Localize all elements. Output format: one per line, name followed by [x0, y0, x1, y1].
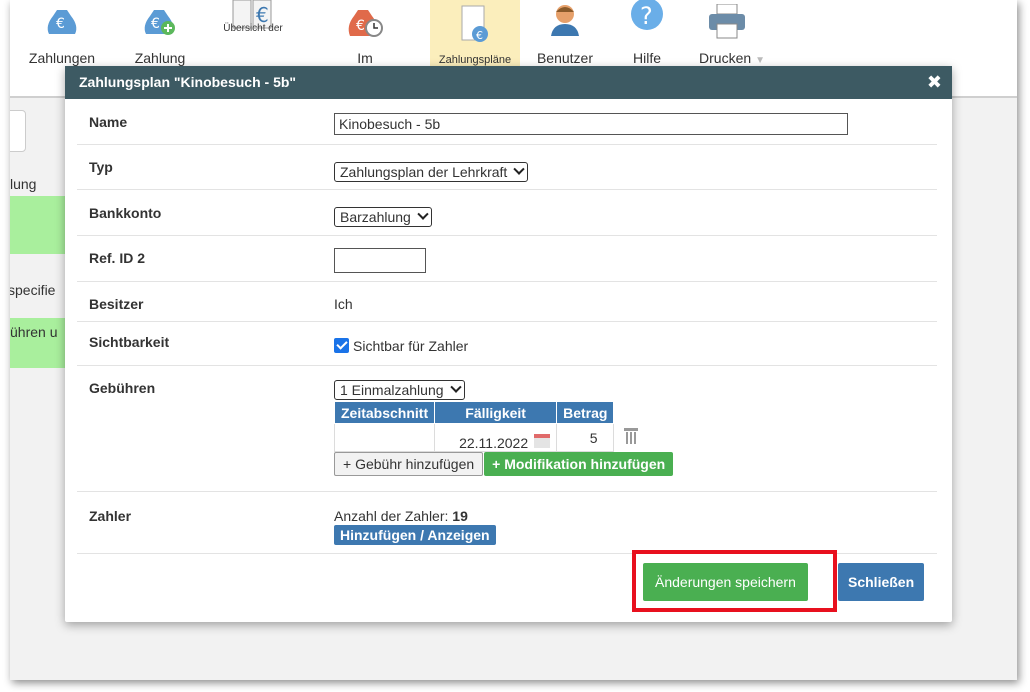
background-text: lung: [10, 176, 37, 192]
toolbar-zahlung[interactable]: € Zahlung: [120, 0, 200, 68]
dialog-title: Zahlungsplan "Kinobesuch - 5b": [79, 74, 297, 90]
background-input: [10, 110, 26, 152]
row-payers: Zahler Anzahl der Zahler: 19 Hinzufügen …: [77, 492, 937, 554]
fee-period[interactable]: [333, 423, 436, 452]
euro-clock-icon: €: [344, 4, 386, 41]
add-fee-button[interactable]: + Gebühr hinzufügen: [334, 452, 484, 476]
toolbar-zahlungen[interactable]: € Zahlungen: [22, 0, 102, 68]
user-icon: [547, 4, 583, 39]
row-name: Name: [77, 99, 937, 145]
fees-header-amount: Betrag: [556, 401, 615, 424]
toolbar-drucken[interactable]: Drucken ▼: [682, 0, 782, 68]
printer-icon: [707, 3, 747, 43]
fee-amount[interactable]: 5: [556, 423, 615, 452]
euro-coin-icon: €: [43, 4, 81, 39]
name-input[interactable]: [334, 113, 848, 135]
payment-plan-icon: €: [456, 4, 494, 47]
euro-add-icon: €: [140, 4, 180, 39]
svg-text:?: ?: [640, 2, 653, 30]
toolbar-hilfe[interactable]: ? Hilfe: [614, 0, 680, 68]
row-owner: Besitzer Ich: [77, 282, 937, 322]
payment-plan-dialog: Zahlungsplan "Kinobesuch - 5b" ✖ Name Ty…: [65, 66, 952, 622]
calendar-icon[interactable]: [534, 434, 551, 448]
chevron-down-icon: [449, 381, 462, 393]
fees-header-period: Zeitabschnitt: [333, 401, 436, 424]
background-green-cell: [10, 196, 70, 254]
row-ref-id: Ref. ID 2: [77, 236, 937, 282]
chevron-down-icon[interactable]: ▼: [755, 55, 765, 66]
payers-count-label: Anzahl der Zahler:: [334, 508, 453, 524]
background-text: ühren u: [10, 324, 58, 340]
fees-label: Gebühren: [89, 380, 156, 396]
bank-account-select[interactable]: Barzahlung: [334, 207, 432, 227]
background-text: specifie: [10, 282, 56, 298]
add-modification-button[interactable]: + Modifikation hinzufügen: [484, 452, 674, 476]
toolbar-benutzer[interactable]: Benutzer: [528, 0, 602, 68]
type-label: Typ: [89, 159, 113, 175]
payers-label: Zahler: [89, 508, 132, 524]
toolbar-zahlungsplaene[interactable]: € Zahlungspläne: [430, 0, 520, 68]
payers-count: 19: [452, 508, 468, 524]
dialog-header: Zahlungsplan "Kinobesuch - 5b" ✖: [65, 66, 952, 99]
help-icon: ?: [627, 0, 667, 37]
table-row: 22.11.2022 5: [333, 423, 643, 452]
chevron-down-icon: [513, 163, 525, 175]
chevron-down-icon: [417, 208, 429, 220]
svg-text:€: €: [56, 16, 65, 32]
ref-id-label: Ref. ID 2: [89, 250, 146, 266]
owner-value: Ich: [334, 296, 353, 312]
fees-header-due: Fälligkeit: [434, 401, 558, 424]
owner-label: Besitzer: [89, 296, 144, 312]
fees-select[interactable]: 1 Einmalzahlung: [334, 380, 465, 400]
row-fees: Gebühren 1 Einmalzahlung Zeitabschnitt F…: [77, 366, 937, 492]
add-view-payers-button[interactable]: Hinzufügen / Anzeigen: [334, 525, 496, 545]
visibility-checkbox-label[interactable]: Sichtbar für Zahler: [353, 338, 468, 354]
fees-table: Zeitabschnitt Fälligkeit Betrag 22.11.20…: [333, 401, 643, 452]
fee-due-date[interactable]: 22.11.2022: [459, 435, 528, 451]
ref-id-input[interactable]: [334, 248, 426, 273]
trash-icon[interactable]: [624, 428, 639, 444]
toolbar-im[interactable]: € Im: [330, 0, 400, 68]
visibility-label: Sichtbarkeit: [89, 334, 170, 350]
close-button[interactable]: Schließen: [838, 563, 925, 601]
row-type: Typ Zahlungsplan der Lehrkraft: [77, 145, 937, 190]
row-visibility: Sichtbarkeit Sichtbar für Zahler: [77, 322, 937, 366]
svg-text:€: €: [476, 29, 483, 42]
toolbar-uebersicht[interactable]: € Übersicht der: [210, 0, 296, 68]
svg-text:€: €: [356, 18, 365, 34]
type-select[interactable]: Zahlungsplan der Lehrkraft: [334, 162, 529, 182]
name-label: Name: [89, 114, 128, 130]
highlight-box: [632, 550, 837, 612]
visibility-checkbox[interactable]: [334, 338, 349, 353]
row-bank-account: Bankkonto Barzahlung: [77, 190, 937, 236]
bank-account-label: Bankkonto: [89, 205, 162, 221]
close-icon[interactable]: ✖: [927, 66, 942, 99]
svg-text:€: €: [151, 16, 160, 32]
